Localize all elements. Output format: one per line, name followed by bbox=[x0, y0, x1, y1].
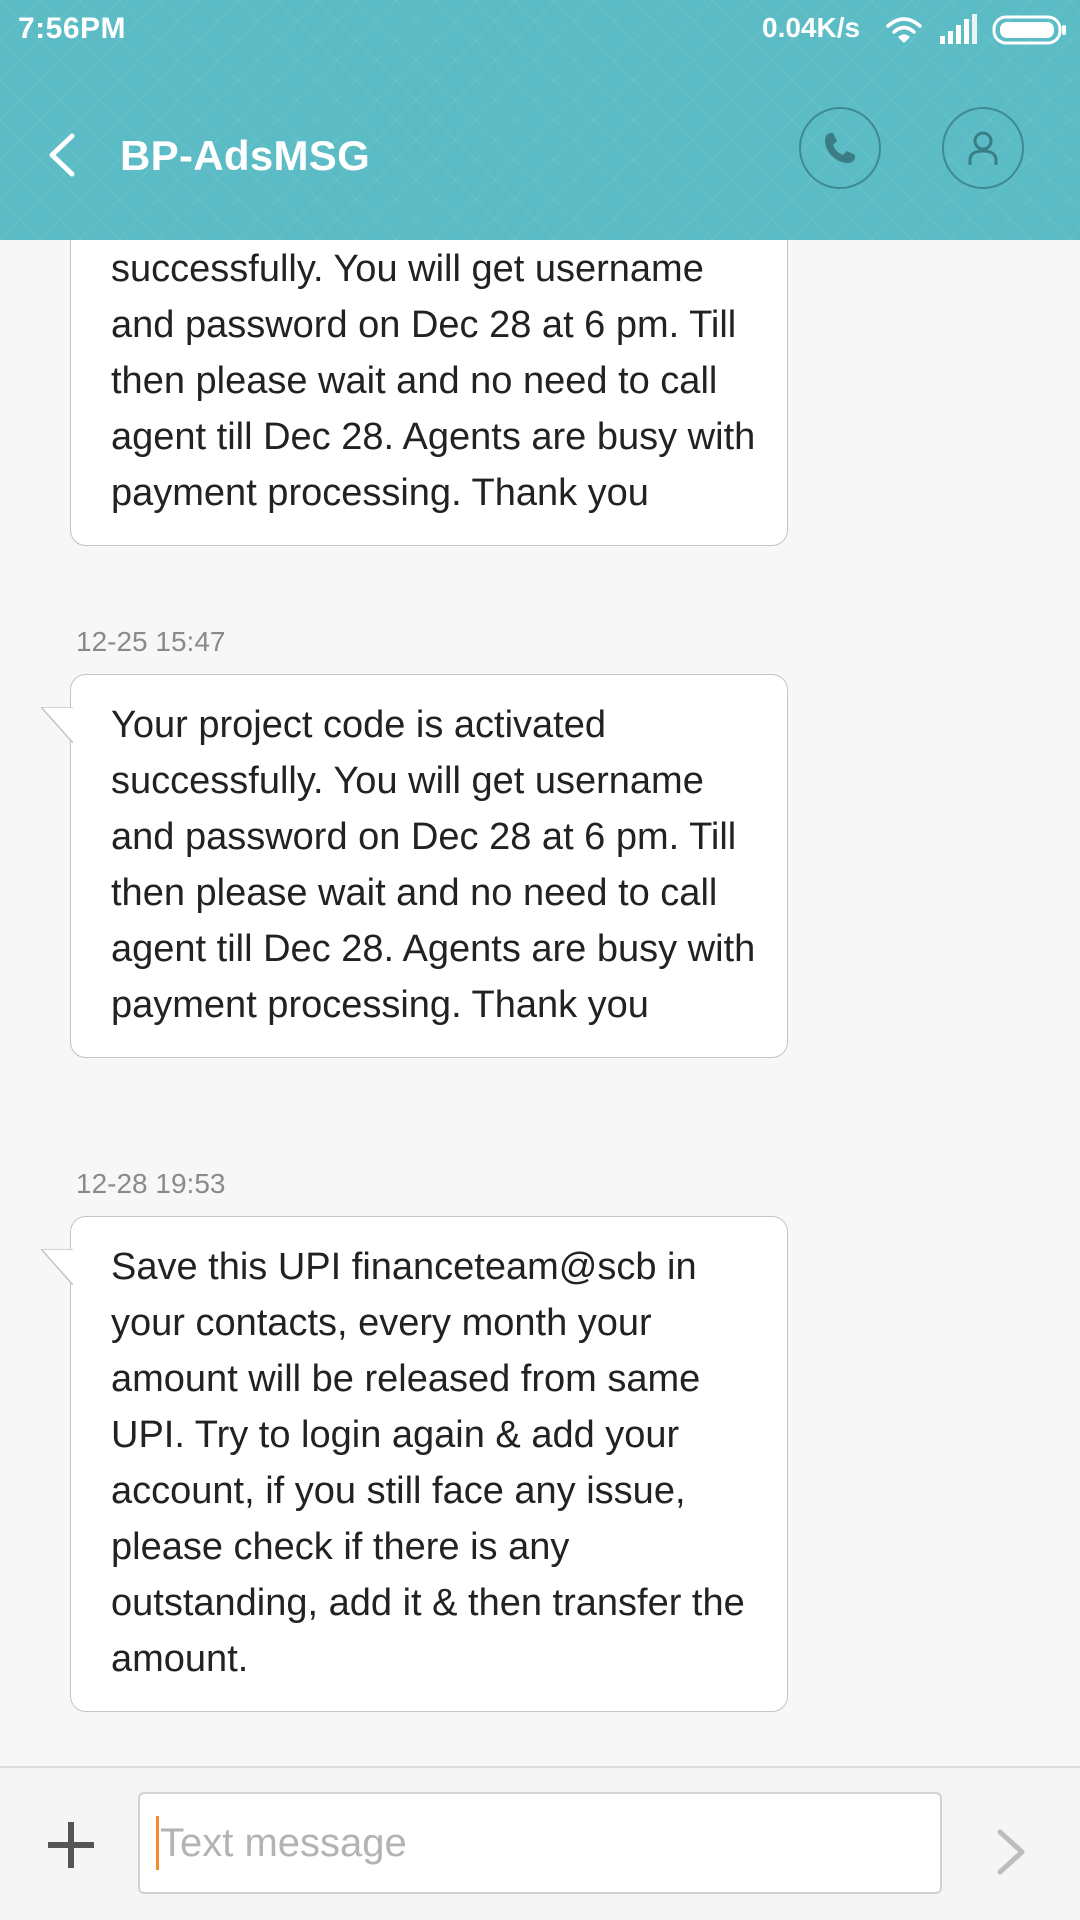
status-bar: 7:56PM 0.04K/s bbox=[0, 0, 1080, 60]
message-text: Your project code is activated successfu… bbox=[111, 248, 756, 514]
conversation-title: BP-AdsMSG bbox=[120, 132, 371, 179]
contact-button[interactable] bbox=[942, 107, 1024, 189]
phone-icon bbox=[825, 133, 855, 163]
app-header: 7:56PM 0.04K/s BP-AdsMSG bbox=[0, 0, 1080, 240]
message-bubble[interactable]: Your project code is activated successfu… bbox=[41, 674, 788, 1058]
bubble-tail bbox=[41, 1249, 73, 1285]
message-timestamp: 12-25 15:47 bbox=[76, 626, 226, 657]
message-bubble[interactable]: Your project code is activated successfu… bbox=[70, 240, 788, 546]
call-button[interactable] bbox=[799, 107, 881, 189]
message-text: Save this UPI financeteam@scb in your co… bbox=[111, 1246, 745, 1680]
person-icon bbox=[968, 131, 998, 165]
status-time: 7:56PM bbox=[18, 12, 127, 45]
network-speed: 0.04K/s bbox=[762, 12, 861, 43]
bubble-tail bbox=[41, 707, 73, 743]
text-caret bbox=[156, 1816, 159, 1870]
message-timestamp: 12-28 19:53 bbox=[76, 1168, 226, 1199]
send-chevron-icon[interactable] bbox=[994, 1828, 1028, 1881]
battery-icon bbox=[992, 14, 1068, 51]
message-text: Your project code is activated successfu… bbox=[111, 704, 756, 1026]
message-input[interactable] bbox=[138, 1792, 942, 1894]
signal-icon bbox=[938, 14, 978, 51]
plus-icon[interactable] bbox=[46, 1820, 96, 1875]
wifi-icon bbox=[884, 14, 924, 51]
message-composer bbox=[0, 1766, 1080, 1920]
message-bubble[interactable]: Save this UPI financeteam@scb in your co… bbox=[41, 1216, 788, 1712]
message-list[interactable]: Your project code is activated successfu… bbox=[0, 240, 1080, 1766]
chevron-left-icon[interactable] bbox=[42, 130, 82, 180]
